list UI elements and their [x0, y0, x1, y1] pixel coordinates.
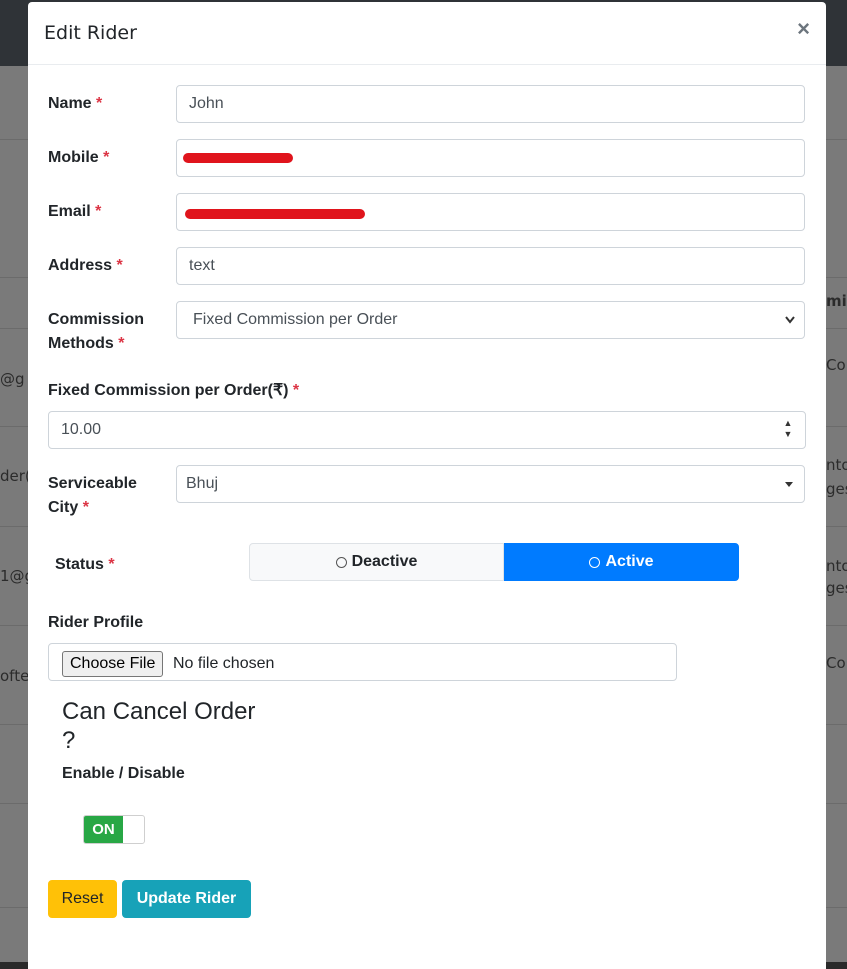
edit-rider-modal: Edit Rider × Name * John Mobile * Email … — [28, 2, 826, 969]
name-input-value: John — [189, 95, 224, 112]
fixed-commission-label: Fixed Commission per Order(₹) * — [48, 382, 300, 399]
address-input[interactable]: text — [176, 247, 805, 285]
redaction-mark — [185, 209, 365, 219]
background-text-fragment: nto — [826, 456, 847, 474]
background-text-fragment: ofte — [0, 667, 30, 685]
required-mark: * — [82, 499, 89, 516]
required-mark: * — [292, 382, 300, 399]
file-status-text: No file chosen — [173, 655, 275, 672]
address-label: Address * — [48, 257, 123, 274]
choose-file-button[interactable]: Choose File — [62, 651, 164, 677]
commission-methods-label: Commission Methods * — [48, 311, 145, 352]
required-mark: * — [116, 257, 123, 274]
number-spinner[interactable]: ▲ ▼ — [781, 418, 795, 442]
fixed-commission-value: 10.00 — [61, 421, 102, 438]
required-mark: * — [118, 335, 125, 352]
serviceable-city-select[interactable]: Bhuj — [176, 465, 805, 503]
modal-header: Edit Rider × — [28, 2, 826, 65]
switch-on-label: ON — [84, 816, 123, 843]
radio-icon — [589, 556, 601, 568]
chevron-down-icon — [784, 302, 796, 352]
background-text-fragment: Co — [826, 356, 846, 374]
modal-title: Edit Rider — [44, 22, 137, 44]
background-text-fragment: mis — [826, 292, 847, 310]
address-input-value: text — [189, 257, 215, 274]
enable-disable-label: Enable / Disable — [62, 765, 185, 782]
caret-down-icon — [784, 466, 794, 516]
name-label: Name * — [48, 95, 103, 112]
name-input[interactable]: John — [176, 85, 805, 123]
background-text-fragment: nto — [826, 557, 847, 575]
required-mark: * — [96, 95, 103, 112]
cancel-order-switch[interactable]: ON — [83, 815, 145, 844]
spinner-up-icon[interactable]: ▲ — [781, 418, 795, 429]
mobile-label: Mobile * — [48, 149, 110, 166]
background-text-fragment: ges — [826, 480, 847, 498]
status-label: Status * — [55, 556, 115, 573]
required-mark: * — [95, 203, 102, 220]
spinner-down-icon[interactable]: ▼ — [781, 429, 795, 440]
fixed-commission-input[interactable]: 10.00 ▲ ▼ — [48, 411, 806, 449]
radio-icon — [335, 556, 347, 568]
background-text-fragment: ges — [826, 579, 847, 597]
can-cancel-order-heading: Can Cancel Order ? — [62, 698, 256, 754]
status-active-button[interactable]: Active — [504, 543, 739, 581]
email-input[interactable] — [176, 193, 805, 231]
email-label: Email * — [48, 203, 102, 220]
background-text-fragment: der( — [0, 467, 31, 485]
update-rider-button[interactable]: Update Rider — [122, 880, 251, 918]
required-mark: * — [108, 556, 115, 573]
background-text-fragment: @g — [0, 370, 25, 388]
serviceable-city-value: Bhuj — [186, 475, 219, 492]
mobile-input[interactable] — [176, 139, 805, 177]
commission-methods-value: Fixed Commission per Order — [193, 311, 398, 328]
status-toggle-group: Deactive Active — [249, 543, 739, 581]
reset-button[interactable]: Reset — [48, 880, 117, 918]
close-button[interactable]: × — [797, 18, 810, 40]
commission-methods-select[interactable]: Fixed Commission per Order — [176, 301, 805, 339]
background-text-fragment: Co — [826, 654, 846, 672]
rider-profile-file-input[interactable]: Choose File No file chosen — [48, 643, 677, 681]
serviceable-city-label: Serviceable City * — [48, 475, 137, 516]
required-mark: * — [103, 149, 110, 166]
status-deactive-button[interactable]: Deactive — [249, 543, 504, 581]
redaction-mark — [183, 153, 293, 163]
rider-profile-label: Rider Profile — [48, 614, 144, 631]
